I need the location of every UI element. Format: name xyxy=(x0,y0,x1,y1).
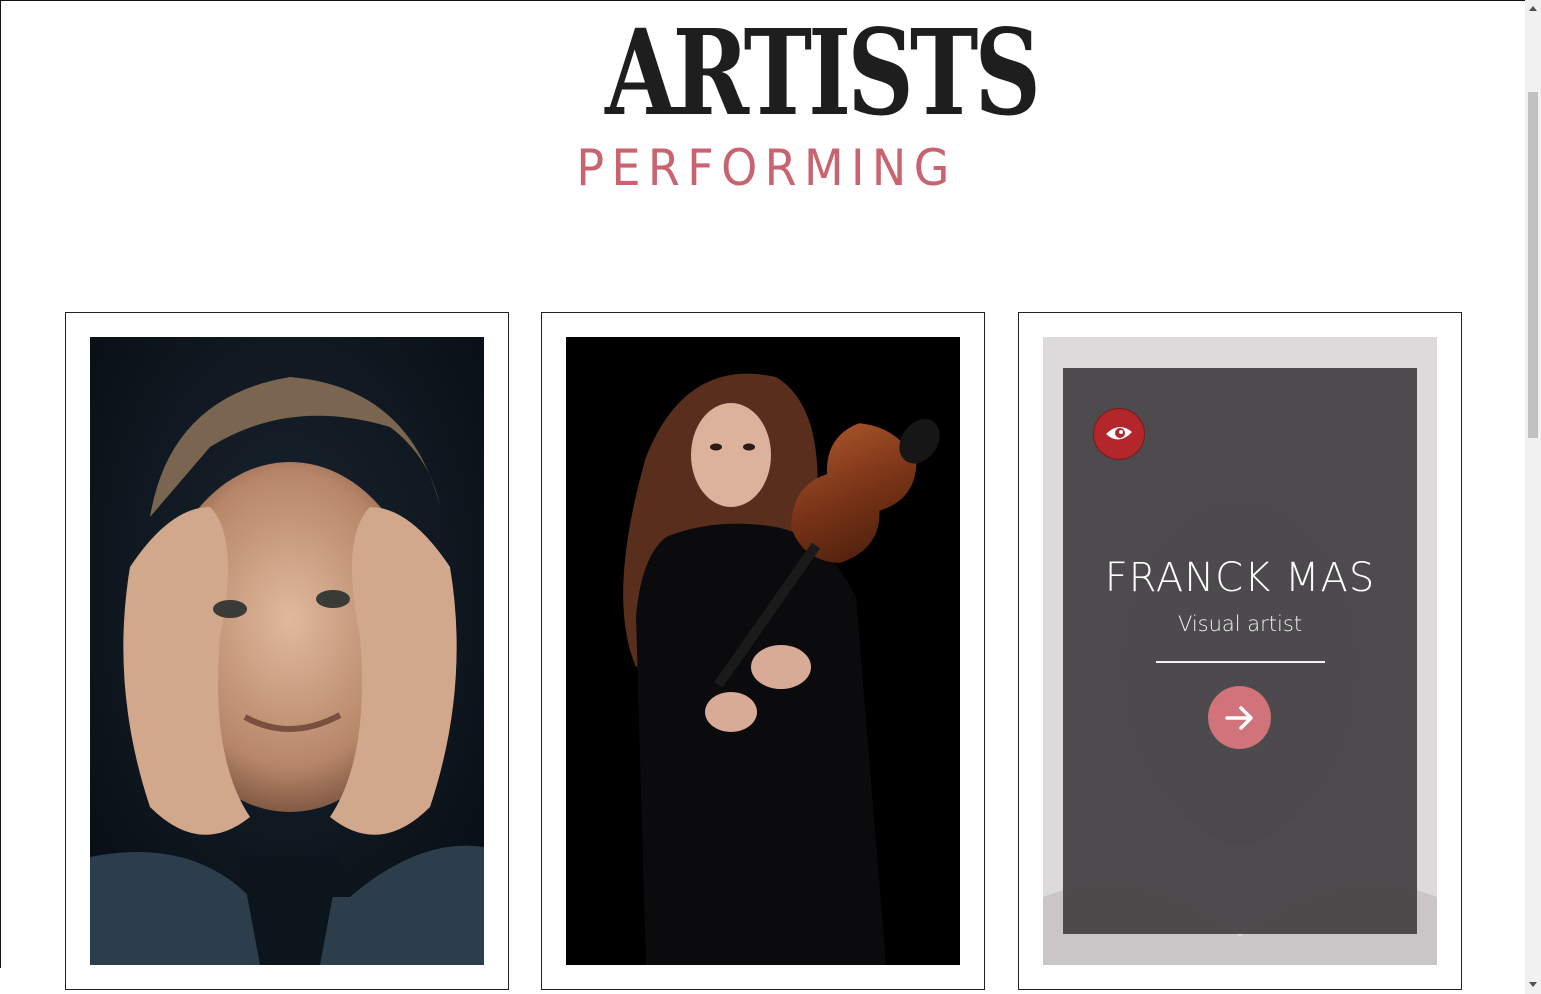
vertical-scrollbar[interactable] xyxy=(1525,0,1541,994)
artist-card[interactable] xyxy=(65,312,509,990)
artist-photo[interactable]: FRANCK MAS Visual artist xyxy=(1043,337,1437,965)
divider-line xyxy=(1156,661,1325,663)
logo-subtitle: PERFORMING xyxy=(576,139,957,197)
arrow-right-icon xyxy=(1224,705,1253,730)
eye-icon xyxy=(1093,408,1145,460)
scroll-down-icon[interactable] xyxy=(1528,980,1538,990)
site-logo[interactable]: ARTISTS PERFORMING xyxy=(560,3,1041,197)
artist-photo[interactable] xyxy=(90,337,484,965)
artist-name: FRANCK MAS xyxy=(1104,555,1376,601)
woman-with-violin-photo-illustration xyxy=(566,337,960,965)
man-covering-eyes-photo-illustration xyxy=(90,337,484,965)
view-artist-button[interactable] xyxy=(1208,686,1271,749)
artist-role: Visual artist xyxy=(1177,612,1303,636)
artist-photo[interactable] xyxy=(566,337,960,965)
logo-title: ARTISTS xyxy=(605,3,1041,142)
scrollbar-thumb[interactable] xyxy=(1528,92,1538,438)
artist-card[interactable] xyxy=(541,312,985,990)
scroll-up-icon[interactable] xyxy=(1528,3,1538,13)
artist-card-hovered[interactable]: FRANCK MAS Visual artist xyxy=(1018,312,1462,990)
